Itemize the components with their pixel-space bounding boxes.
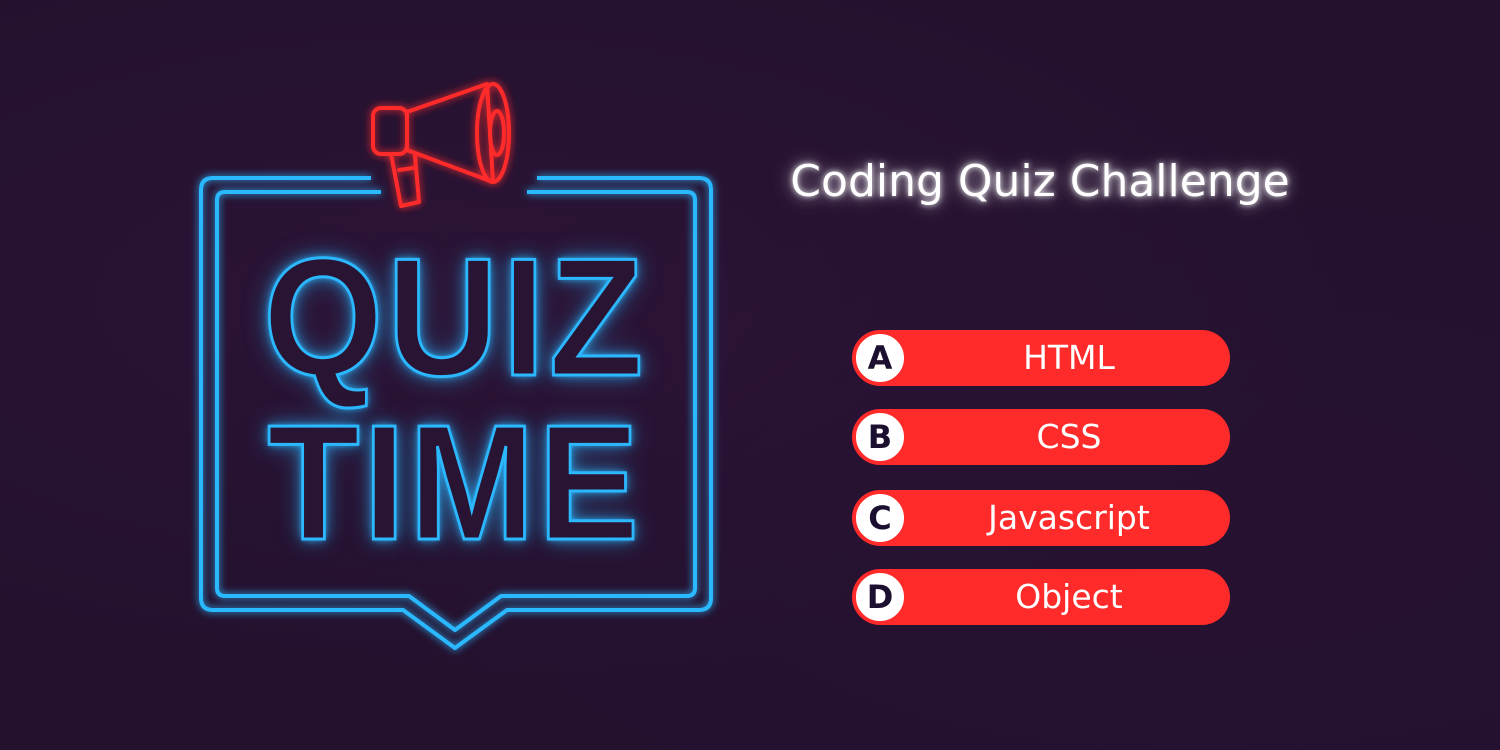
option-letter-badge: D [854,571,906,623]
option-label: Object [1015,577,1123,616]
option-letter-badge: B [854,411,906,463]
option-label: Javascript [988,498,1150,537]
megaphone-icon [371,82,511,208]
option-c-button[interactable]: C Javascript [852,490,1230,546]
page-title: Coding Quiz Challenge [790,156,1290,207]
time-word: TIME [266,391,643,574]
option-b-button[interactable]: B CSS [852,409,1230,465]
answer-options: A HTML B CSS C Javascript D Object [852,330,1232,648]
option-letter-badge: C [854,492,906,544]
quiz-word: QUIZ [262,223,647,411]
option-d-button[interactable]: D Object [852,569,1230,625]
option-a-button[interactable]: A HTML [852,330,1230,386]
option-letter-badge: A [854,332,906,384]
quiz-time-neon-sign: QUIZ TIME [175,70,735,670]
option-label: HTML [1023,338,1115,377]
option-label: CSS [1036,417,1102,456]
